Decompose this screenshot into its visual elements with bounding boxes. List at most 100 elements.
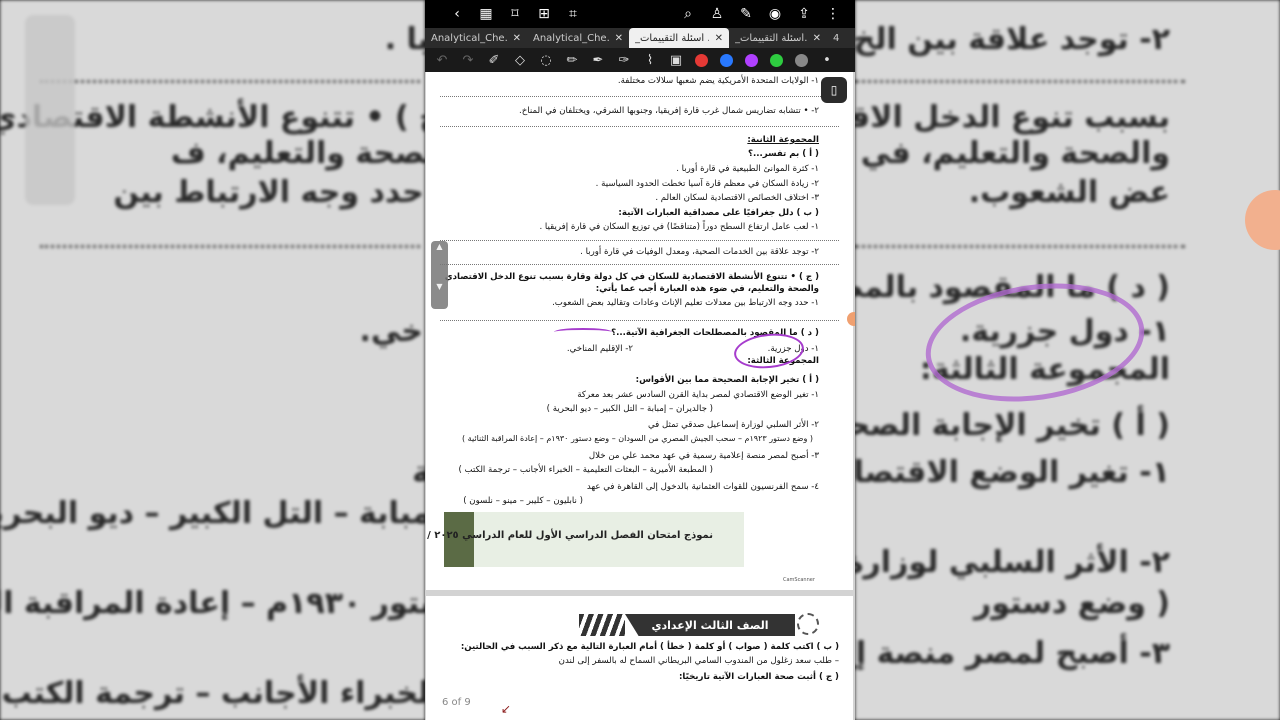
text-line: ١- الولايات المتحدة الأمريكية يضم شعبها … bbox=[617, 76, 819, 86]
tab-5[interactable]: 4 bbox=[827, 28, 851, 48]
text-line: ١- تغير الوضع الاقتصادي لمصر بداية القرن… bbox=[577, 390, 819, 400]
clipboard-button[interactable]: ▯ bbox=[821, 77, 847, 103]
bg-text: ٣- أصبح لمصر منصة إع bbox=[855, 636, 1170, 671]
text-line: – طلب سعد زغلول من المندوب السامي البريط… bbox=[558, 656, 839, 666]
bg-text: ١- حدد وجه الارتباط بين bbox=[113, 175, 425, 210]
section-heading: المجموعة الثانية: bbox=[747, 135, 819, 145]
document-page: ١- الولايات المتحدة الأمريكية يضم شعبها … bbox=[426, 72, 853, 590]
options-line: ( جالديران – إمبابة – التل الكبير – ديو … bbox=[546, 404, 713, 414]
top-bar: ‹ ▦ ⌑ ⊞ ⌗ ⌕ ♙ ✎ ◉ ⇪ ⋮ bbox=[425, 0, 855, 28]
orange-handle[interactable] bbox=[847, 312, 855, 326]
eraser-icon[interactable]: ◇ bbox=[513, 53, 527, 68]
badge-stripes bbox=[579, 614, 625, 636]
text-line: ٢- الأثر السلبي لوزارة إسماعيل صدقي تمثل… bbox=[647, 420, 819, 430]
more-icon[interactable]: ⋮ bbox=[825, 6, 841, 22]
search-icon[interactable]: ⌕ bbox=[680, 6, 696, 22]
tab-4[interactable]: _أسئلة التقييمات...✕ bbox=[729, 28, 827, 48]
options-line: ( المطبعة الأميرية – البعثات التعليمية –… bbox=[458, 465, 713, 475]
eye-icon[interactable]: ◉ bbox=[767, 6, 783, 22]
options-line: ( وضع دستور ١٩٢٣م – سحب الجيش المصري من … bbox=[462, 434, 813, 443]
bg-text: والصحة والتعليم، ف bbox=[170, 136, 425, 171]
phone-screen: ‹ ▦ ⌑ ⊞ ⌗ ⌕ ♙ ✎ ◉ ⇪ ⋮ Analytical_Che... ✕… bbox=[425, 0, 855, 720]
text-line: ١- لعب عامل ارتفاع السطح دوراً (متناقضًا… bbox=[539, 222, 819, 232]
share-icon[interactable]: ⇪ bbox=[796, 6, 812, 22]
color-green[interactable] bbox=[770, 53, 783, 67]
banner-title: نموذج امتحان الفصل الدراسي الأول للعام ا… bbox=[426, 530, 713, 541]
document-page-2: الصف الثالث الإعدادي ( ب ) اكتب كلمة ( ص… bbox=[426, 596, 853, 720]
text-line: ٢- الإقليم المناخي. bbox=[566, 344, 633, 354]
back-icon[interactable]: ‹ bbox=[449, 6, 465, 22]
text-line: ٣- أصبح لمصر منصة إعلامية رسمية في عهد م… bbox=[588, 451, 819, 461]
bg-text: ( وضع دستور bbox=[974, 586, 1170, 621]
bg-text: ١- تغير الوضع الاقتصادي bbox=[855, 455, 1170, 490]
bg-text: بسبب تنوع الدخل الاقتصادي bbox=[855, 100, 1170, 135]
image-icon[interactable]: ▣ bbox=[669, 53, 683, 68]
color-red[interactable] bbox=[695, 53, 708, 67]
chevron-down-icon[interactable]: ▼ bbox=[431, 281, 448, 293]
question-heading: ( ب ) دلل جغرافيًا على مصداقية العبارات … bbox=[618, 208, 819, 218]
options-line: ( نابليون – كليبر – مينو – نلسون ) bbox=[463, 496, 583, 506]
text-line: ١- حدد وجه الارتباط بين معدلات تعليم الإ… bbox=[552, 298, 819, 308]
tab-1[interactable]: Analytical_Che... ✕ bbox=[425, 28, 527, 48]
bg-text: مناخي. bbox=[359, 314, 425, 349]
tab-2[interactable]: Analytical_Che... ✕ bbox=[527, 28, 629, 48]
bg-text: دستور ١٩٣٠م – إعادة المراقبة الثنائية ) bbox=[0, 586, 425, 621]
lasso-icon[interactable]: ◌ bbox=[539, 53, 553, 68]
crop-icon[interactable]: ⌗ bbox=[565, 6, 581, 22]
text-line: ٢- • تتشابه تضاريس شمال غرب قارة إفريقيا… bbox=[519, 106, 819, 116]
highlighter-icon[interactable]: ✐ bbox=[487, 53, 501, 68]
add-page-icon[interactable]: ⊞ bbox=[536, 6, 552, 22]
dot-size-icon[interactable]: • bbox=[820, 53, 834, 68]
marker-icon[interactable]: ✑ bbox=[617, 53, 631, 68]
bg-text: ٢- توجد علاقة بين الخ... bbox=[855, 22, 1170, 57]
grid-icon[interactable]: ▦ bbox=[478, 6, 494, 22]
bg-text: ٢- الأثر السلبي لوزارة إس bbox=[855, 545, 1170, 580]
text-line: ٢- توجد علاقة بين الخدمات الصحية، ومعدل … bbox=[580, 247, 819, 257]
grade-badge: الصف الثالث الإعدادي bbox=[625, 614, 795, 636]
tab-3-active[interactable]: _أسئلة التقييمات ...✕ bbox=[629, 28, 729, 48]
pencil-icon[interactable]: ✏ bbox=[565, 53, 579, 68]
text-line: ١- كثرة الموانئ الطبيعية في قارة أوربا . bbox=[676, 164, 819, 174]
pen-icon[interactable]: ✎ bbox=[738, 6, 754, 22]
redo-icon[interactable]: ↷ bbox=[461, 53, 475, 68]
pen-tool-icon[interactable]: ✒ bbox=[591, 53, 605, 68]
question-heading: ( أ ) تخير الإجابة الصحيحة مما بين الأقو… bbox=[635, 375, 819, 385]
bg-text: – الخبراء الأجانب – ترجمة الكتب ) bbox=[0, 676, 425, 711]
close-icon[interactable]: ✕ bbox=[615, 33, 623, 44]
bg-text: ( إمبابة – التل الكبير – ديو البحرية ) bbox=[0, 496, 425, 531]
bg-text: ( أ ) تخير الإجابة الصحيحة م bbox=[855, 408, 1170, 443]
background-left: وربا . ( ج ) • تتنوع الأنشطة الاقتصادي و… bbox=[0, 0, 425, 720]
question-heading: ( ب ) اكتب كلمة ( صواب ) أو كلمة ( خطأ )… bbox=[460, 642, 839, 652]
shirt-icon[interactable]: ♙ bbox=[709, 6, 725, 22]
scanner-watermark: CamScanner bbox=[783, 577, 815, 583]
chevron-up-icon[interactable]: ▲ bbox=[431, 241, 448, 253]
text-line: ٣- اختلاف الخصائص الاقتصادية لسكان العال… bbox=[655, 193, 819, 203]
question-heading: ( أ ) بم تفسر...؟ bbox=[747, 149, 819, 159]
text-line: والصحة والتعليم، في ضوء هذه العبارة أجب … bbox=[595, 284, 819, 294]
bookmark-icon[interactable]: ⌑ bbox=[507, 6, 523, 22]
brush-icon[interactable]: ⌇ bbox=[643, 53, 657, 68]
bg-text: والصحة والتعليم، في bbox=[860, 136, 1170, 171]
question-heading: ( ج ) أثبت صحة العبارات الآتية تاريخيًا: bbox=[678, 672, 839, 682]
scroll-handle[interactable]: ▲ ▼ bbox=[431, 241, 448, 309]
tab-bar: Analytical_Che... ✕ Analytical_Che... ✕ _أ… bbox=[425, 28, 855, 48]
text-line: ٤- سمح الفرنسيون للقوات العثمانية بالدخو… bbox=[586, 482, 819, 492]
undo-icon[interactable]: ↶ bbox=[435, 53, 449, 68]
bg-text: وربا . bbox=[384, 22, 425, 57]
seal-icon bbox=[797, 613, 819, 635]
page-indicator: 6 of 9 bbox=[442, 697, 471, 708]
close-icon[interactable]: ✕ bbox=[715, 33, 723, 44]
color-purple[interactable] bbox=[745, 53, 758, 67]
question-heading: ( ج ) • تتنوع الأنشطة الاقتصادية للسكان … bbox=[444, 272, 819, 282]
bg-scroll-handle bbox=[25, 15, 75, 205]
color-custom[interactable] bbox=[795, 53, 808, 67]
color-blue[interactable] bbox=[720, 53, 733, 67]
bg-text: عض الشعوب. bbox=[968, 175, 1170, 210]
red-ink-mark: ↙ bbox=[501, 702, 512, 716]
close-icon[interactable]: ✕ bbox=[813, 33, 821, 44]
bg-text: ركة bbox=[412, 455, 425, 490]
close-icon[interactable]: ✕ bbox=[513, 33, 521, 44]
annotation-toolbar: ↶ ↷ ✐ ◇ ◌ ✏ ✒ ✑ ⌇ ▣ • bbox=[425, 48, 855, 72]
document-viewer[interactable]: ١- الولايات المتحدة الأمريكية يضم شعبها … bbox=[425, 72, 855, 720]
text-line: ٢- زيادة السكان في معظم قارة آسيا تخطت ا… bbox=[595, 179, 819, 189]
